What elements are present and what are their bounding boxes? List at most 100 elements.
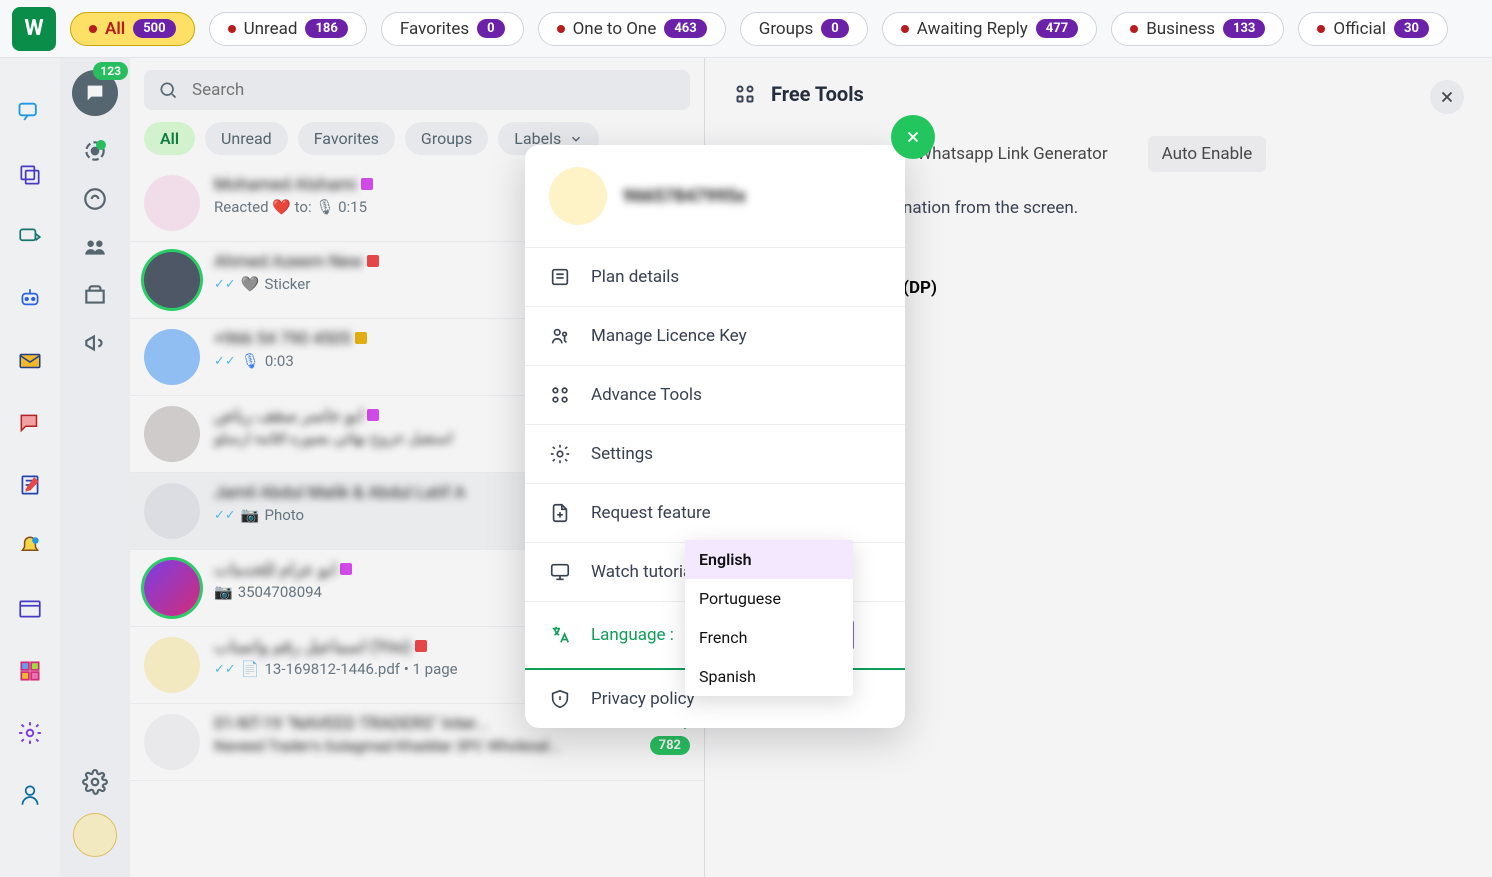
chat-name: ابو جاسر سقف رياض xyxy=(214,406,363,426)
gear-icon xyxy=(549,443,571,465)
close-icon xyxy=(904,128,922,146)
double-tick-icon: ✓✓ xyxy=(214,662,236,677)
robot-icon[interactable] xyxy=(15,284,45,314)
envelope-icon[interactable] xyxy=(15,346,45,376)
messages-badge: 123 xyxy=(93,62,128,80)
profile-avatar[interactable] xyxy=(73,813,117,857)
mic-icon: 🎙 xyxy=(241,352,260,370)
menu-label: Manage Licence Key xyxy=(591,326,747,346)
language-option[interactable]: English xyxy=(685,540,853,579)
tab-auto-enable[interactable]: Auto Enable xyxy=(1148,136,1267,172)
chip-unread[interactable]: Unread xyxy=(205,122,288,155)
tab-onetoone[interactable]: One to One 463 xyxy=(538,12,726,46)
dot-icon xyxy=(1130,25,1138,33)
nav-messages[interactable]: 123 xyxy=(72,70,118,116)
popover-close-button[interactable] xyxy=(891,115,935,159)
message-forward-icon[interactable] xyxy=(15,222,45,252)
notification-bubble-icon[interactable] xyxy=(15,408,45,438)
monitor-icon xyxy=(549,561,571,583)
menu-label: Settings xyxy=(591,444,653,464)
tab-label: Groups xyxy=(759,19,814,39)
search-icon xyxy=(158,80,178,100)
tab-label: Awaiting Reply xyxy=(917,19,1028,39)
label-tag-icon xyxy=(367,409,379,421)
search-box[interactable] xyxy=(144,70,690,110)
menu-licence-key[interactable]: Manage Licence Key xyxy=(525,307,905,366)
grid-icon xyxy=(733,82,757,106)
menu-advance-tools[interactable]: Advance Tools xyxy=(525,366,905,425)
nav-status[interactable] xyxy=(82,138,108,164)
nav-catalog[interactable] xyxy=(82,282,108,308)
tab-all[interactable]: All 500 xyxy=(70,12,195,46)
file-plus-icon xyxy=(549,502,571,524)
nav-ads[interactable] xyxy=(82,330,108,356)
sticker-icon: 🩶 xyxy=(241,275,260,293)
menu-settings[interactable]: Settings xyxy=(525,425,905,484)
chat-name: Mohamed Alshami xyxy=(214,175,357,195)
menu-label: Advance Tools xyxy=(591,385,702,405)
top-tab-bar: W All 500 Unread 186 Favorites 0 One to … xyxy=(0,0,1492,58)
avatar xyxy=(144,252,200,308)
chat-preview: Sticker xyxy=(264,275,310,293)
tab-count-badge: 477 xyxy=(1036,19,1078,38)
tab-awaiting[interactable]: Awaiting Reply 477 xyxy=(882,12,1097,46)
camera-icon: 📷 xyxy=(214,583,233,601)
browser-icon[interactable] xyxy=(15,594,45,624)
chip-all[interactable]: All xyxy=(144,122,195,155)
document-icon: 📄 xyxy=(241,660,260,678)
tab-label: All xyxy=(105,19,125,39)
tab-label: Favorites xyxy=(400,19,469,39)
bell-icon[interactable] xyxy=(15,532,45,562)
assistant-icon[interactable] xyxy=(15,780,45,810)
tab-count-badge: 500 xyxy=(133,19,175,38)
double-tick-icon: ✓✓ xyxy=(214,508,236,523)
puzzle-icon[interactable] xyxy=(15,656,45,686)
chip-groups[interactable]: Groups xyxy=(405,122,488,155)
tab-link-generator[interactable]: Whatsapp Link Generator xyxy=(903,136,1122,172)
avatar xyxy=(144,637,200,693)
dot-icon xyxy=(89,25,97,33)
tab-groups[interactable]: Groups 0 xyxy=(740,12,868,46)
notepad-icon[interactable] xyxy=(15,470,45,500)
close-panel-button[interactable] xyxy=(1430,80,1464,114)
tab-business[interactable]: Business 133 xyxy=(1111,12,1284,46)
copies-icon[interactable] xyxy=(15,160,45,190)
nav-channels[interactable] xyxy=(82,186,108,212)
tab-count-badge: 133 xyxy=(1223,19,1265,38)
chat-name: اسماعيل رقم واتساب (You) xyxy=(214,637,411,657)
tab-count-badge: 186 xyxy=(305,19,347,38)
language-option[interactable]: Spanish xyxy=(685,657,853,696)
close-icon xyxy=(1438,88,1456,106)
avatar xyxy=(144,175,200,231)
tab-label: Official xyxy=(1333,19,1386,39)
language-option[interactable]: Portuguese xyxy=(685,579,853,618)
language-label: Language : xyxy=(591,625,674,645)
chip-favorites[interactable]: Favorites xyxy=(298,122,395,155)
language-option[interactable]: French xyxy=(685,618,853,657)
menu-label: Plan details xyxy=(591,267,679,287)
label-tag-icon xyxy=(355,332,367,344)
label-tag-icon xyxy=(340,563,352,575)
tab-favorites[interactable]: Favorites 0 xyxy=(381,12,524,46)
nav-settings[interactable] xyxy=(82,769,108,795)
nav-communities[interactable] xyxy=(82,234,108,260)
dot-icon xyxy=(901,25,909,33)
popover-avatar xyxy=(549,167,607,225)
menu-plan-details[interactable]: Plan details xyxy=(525,248,905,307)
chat-bubble-icon[interactable] xyxy=(15,98,45,128)
menu-request-feature[interactable]: Request feature xyxy=(525,484,905,543)
chat-name: ابو عزام للخدمات xyxy=(214,560,336,580)
language-dropdown: English Portuguese French Spanish xyxy=(685,540,853,696)
chat-preview: استقبل خروج نهائي بصوره اقامة ارسلو xyxy=(214,429,453,447)
label-tag-icon xyxy=(367,255,379,267)
avatar xyxy=(144,714,200,770)
right-desc: nation from the screen. xyxy=(903,198,1464,218)
dot-icon xyxy=(557,25,565,33)
tab-unread[interactable]: Unread 186 xyxy=(209,12,367,46)
cog-icon[interactable] xyxy=(15,718,45,748)
tab-official[interactable]: Official 30 xyxy=(1298,12,1448,46)
search-input[interactable] xyxy=(192,80,676,100)
chevron-down-icon xyxy=(569,132,583,146)
chat-preview: Naveed Trader's Gulagmad Khaddar 3PC Who… xyxy=(214,737,561,755)
double-tick-icon: ✓✓ xyxy=(214,354,236,369)
